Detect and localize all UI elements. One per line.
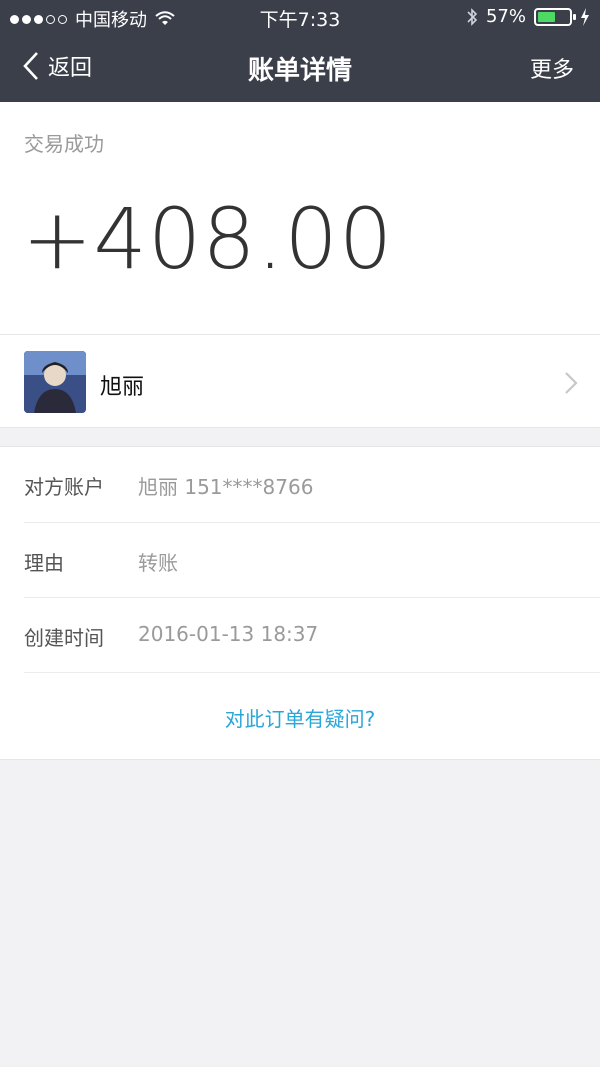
- more-button[interactable]: 更多: [530, 52, 574, 84]
- question-section: 对此订单有疑问?: [24, 672, 600, 761]
- battery-icon: [534, 7, 576, 26]
- detail-label: 理由: [24, 551, 64, 575]
- counterparty-row[interactable]: 旭丽: [0, 334, 600, 428]
- chevron-right-icon: [565, 372, 578, 394]
- transaction-status: 交易成功: [24, 132, 104, 156]
- detail-row-account: 对方账户 旭丽 151****8766: [0, 447, 600, 522]
- detail-row-created-time: 创建时间 2016-01-13 18:37: [24, 597, 600, 672]
- top-bar: 中国移动 下午7:33 57% 返回 账单详情 更多: [0, 0, 600, 102]
- detail-value: 2016-01-13 18:37: [138, 622, 319, 646]
- avatar: [24, 351, 86, 413]
- transaction-amount: +408.00: [22, 190, 394, 288]
- transaction-details: 对方账户 旭丽 151****8766 理由 转账 创建时间 2016-01-1…: [0, 446, 600, 760]
- detail-row-reason: 理由 转账: [24, 522, 600, 597]
- order-question-link[interactable]: 对此订单有疑问?: [24, 703, 576, 732]
- status-bar: 中国移动 下午7:33 57%: [0, 0, 600, 34]
- detail-value: 转账: [138, 551, 178, 575]
- page-title: 账单详情: [247, 56, 352, 86]
- detail-label: 创建时间: [24, 626, 104, 650]
- transaction-summary: 交易成功 +408.00: [0, 102, 600, 334]
- counterparty-name: 旭丽: [100, 375, 145, 400]
- charging-icon: [581, 7, 589, 26]
- battery-percent: 57%: [485, 6, 526, 27]
- battery-fill: [538, 11, 555, 22]
- detail-value: 旭丽 151****8766: [138, 475, 314, 499]
- detail-label: 对方账户: [24, 475, 104, 499]
- nav-bar: 返回 账单详情 更多: [0, 34, 600, 102]
- bluetooth-icon: [467, 7, 478, 26]
- status-right: 57%: [466, 6, 590, 27]
